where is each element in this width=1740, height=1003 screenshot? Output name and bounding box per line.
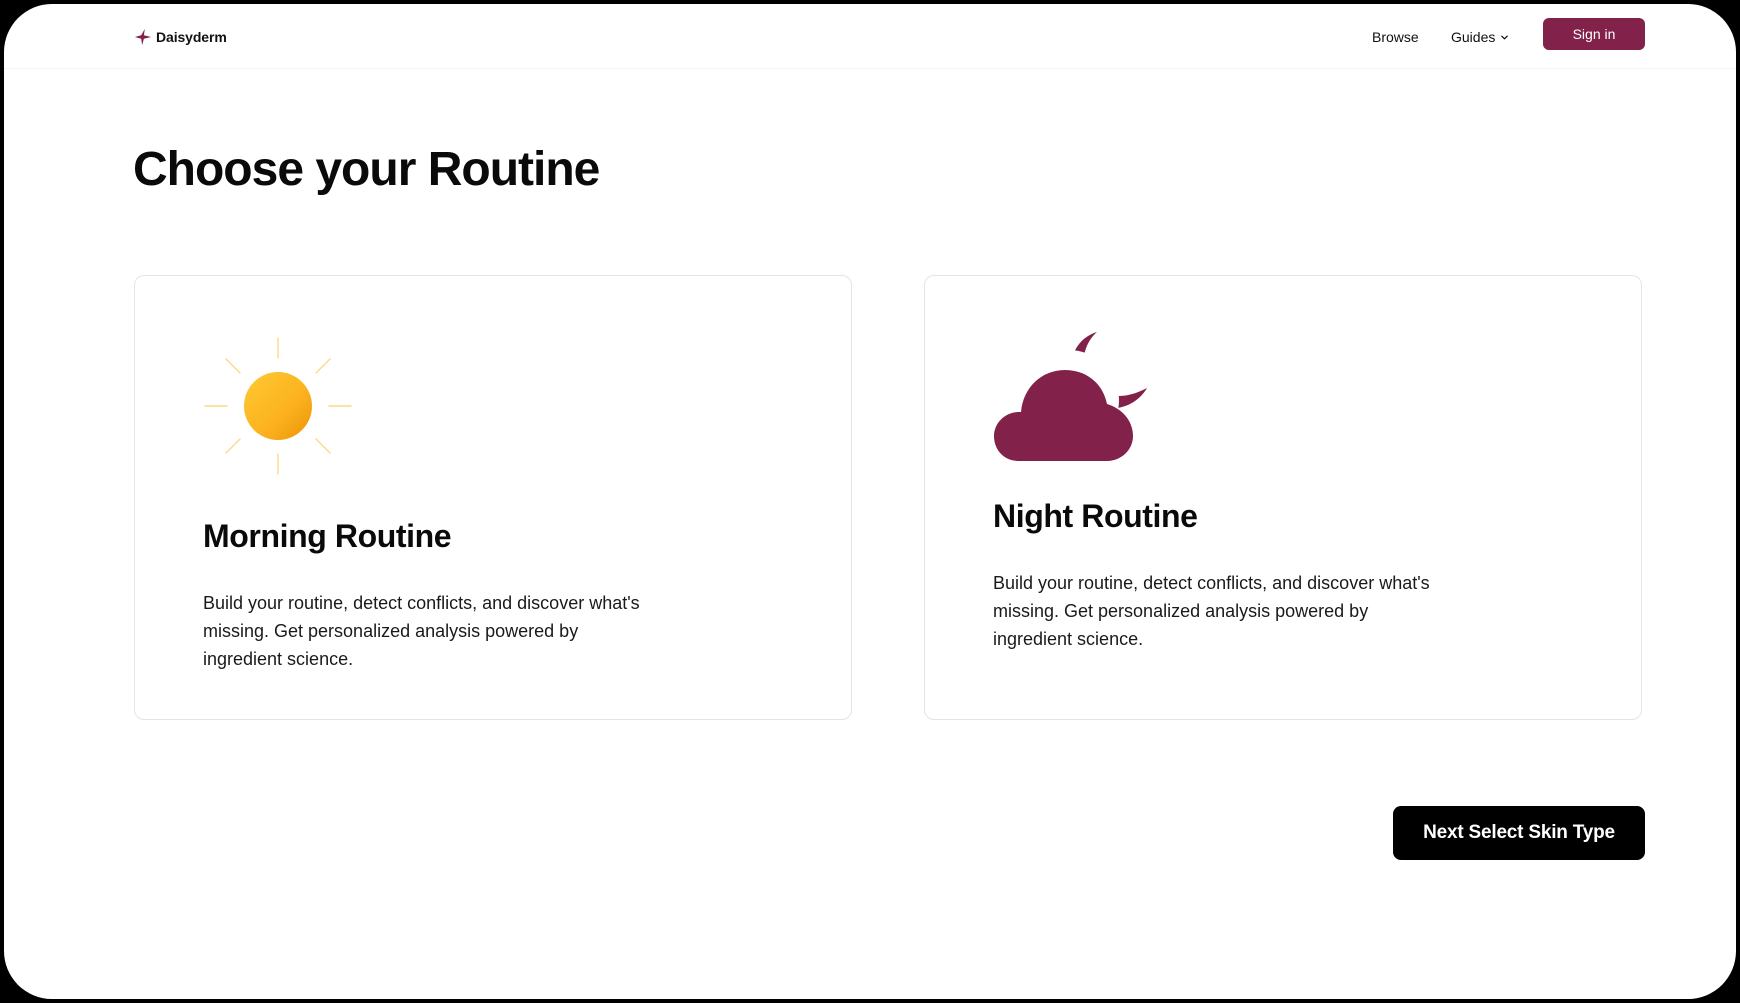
app-window: Daisyderm Browse Guides Sign in Choose y…: [4, 4, 1736, 999]
night-routine-card[interactable]: Night Routine Build your routine, detect…: [924, 275, 1642, 720]
nav-guides-dropdown[interactable]: Guides: [1451, 29, 1509, 45]
nav-guides-label: Guides: [1451, 29, 1496, 45]
morning-routine-card[interactable]: Morning Routine Build your routine, dete…: [134, 275, 852, 720]
brand-logo[interactable]: Daisyderm: [134, 28, 227, 46]
cloud-moon-icon: [994, 332, 1147, 461]
sign-in-button[interactable]: Sign in: [1543, 18, 1645, 50]
night-routine-description: Build your routine, detect conflicts, an…: [993, 573, 1430, 649]
nav-browse-link[interactable]: Browse: [1372, 29, 1419, 45]
page-title: Choose your Routine: [133, 143, 600, 196]
night-routine-title: Night Routine: [993, 498, 1198, 534]
sparkle-star-icon: [134, 28, 152, 46]
top-navigation: Daisyderm Browse Guides Sign in: [4, 4, 1736, 69]
morning-routine-description: Build your routine, detect conflicts, an…: [203, 593, 640, 669]
chevron-down-icon: [1501, 35, 1509, 39]
brand-name: Daisyderm: [156, 29, 227, 45]
morning-routine-title: Morning Routine: [203, 518, 452, 554]
next-select-skin-type-button[interactable]: Next Select Skin Type: [1393, 806, 1645, 860]
sun-icon: [204, 337, 352, 475]
